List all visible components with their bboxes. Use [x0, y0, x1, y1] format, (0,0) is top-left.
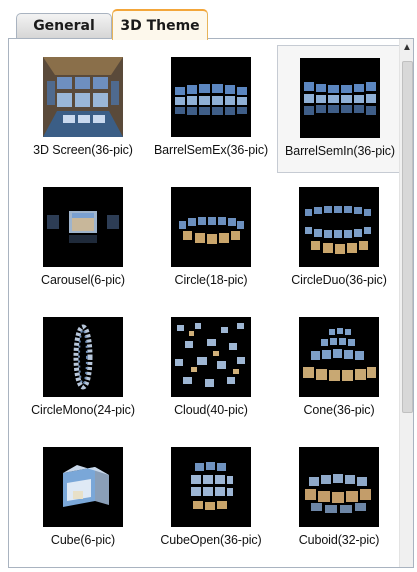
theme-barrel-sem-in[interactable]: BarrelSemIn(36-pic) [277, 45, 401, 173]
theme-label: Cloud(40-pic) [174, 403, 248, 417]
3d-screen-thumbnail-icon [43, 57, 123, 137]
cloud-thumbnail-icon [171, 317, 251, 397]
theme-label: CircleDuo(36-pic) [291, 273, 387, 287]
theme-circle-mono[interactable]: CircleMono(24-pic) [21, 305, 145, 433]
barrel-sem-in-thumbnail-icon [300, 58, 380, 138]
theme-label: BarrelSemEx(36-pic) [153, 143, 269, 157]
barrel-sem-ex-thumbnail-icon [171, 57, 251, 137]
theme-cube-open[interactable]: CubeOpen(36-pic) [149, 435, 273, 563]
theme-label: Cuboid(32-pic) [298, 533, 380, 547]
theme-3d-screen[interactable]: 3D Screen(36-pic) [21, 45, 145, 173]
cone-thumbnail-icon [299, 317, 379, 397]
theme-cuboid[interactable]: Cuboid(32-pic) [277, 435, 401, 563]
tab-3d-theme[interactable]: 3D Theme [112, 9, 208, 40]
theme-cube[interactable]: Cube(6-pic) [21, 435, 145, 563]
theme-carousel[interactable]: Carousel(6-pic) [21, 175, 145, 303]
tab-general[interactable]: General [16, 13, 112, 38]
theme-label: Cube(6-pic) [50, 533, 116, 547]
tab-bar: General 3D Theme [0, 0, 417, 40]
cuboid-thumbnail-icon [299, 447, 379, 527]
theme-label: BarrelSemIn(36-pic) [285, 144, 395, 158]
theme-cone[interactable]: Cone(36-pic) [277, 305, 401, 433]
vertical-scrollbar[interactable]: ▲ [399, 39, 413, 567]
circle-duo-thumbnail-icon [299, 187, 379, 267]
cube-open-thumbnail-icon [171, 447, 251, 527]
circle-thumbnail-icon [171, 187, 251, 267]
theme-label: Carousel(6-pic) [41, 273, 125, 287]
theme-panel: 3D Screen(36-pic) BarrelSemEx(36-pic) Ba… [8, 38, 414, 568]
theme-label: Circle(18-pic) [174, 273, 248, 287]
scroll-up-arrow-icon[interactable]: ▲ [401, 41, 413, 55]
cube-thumbnail-icon [43, 447, 123, 527]
theme-label: Cone(36-pic) [303, 403, 375, 417]
scroll-thumb[interactable] [402, 61, 413, 413]
theme-cloud[interactable]: Cloud(40-pic) [149, 305, 273, 433]
theme-circle[interactable]: Circle(18-pic) [149, 175, 273, 303]
theme-label: 3D Screen(36-pic) [33, 143, 133, 157]
theme-label: CircleMono(24-pic) [31, 403, 135, 417]
carousel-thumbnail-icon [43, 187, 123, 267]
theme-barrel-sem-ex[interactable]: BarrelSemEx(36-pic) [149, 45, 273, 173]
theme-circle-duo[interactable]: CircleDuo(36-pic) [277, 175, 401, 303]
circle-mono-thumbnail-icon [43, 317, 123, 397]
theme-label: CubeOpen(36-pic) [160, 533, 262, 547]
